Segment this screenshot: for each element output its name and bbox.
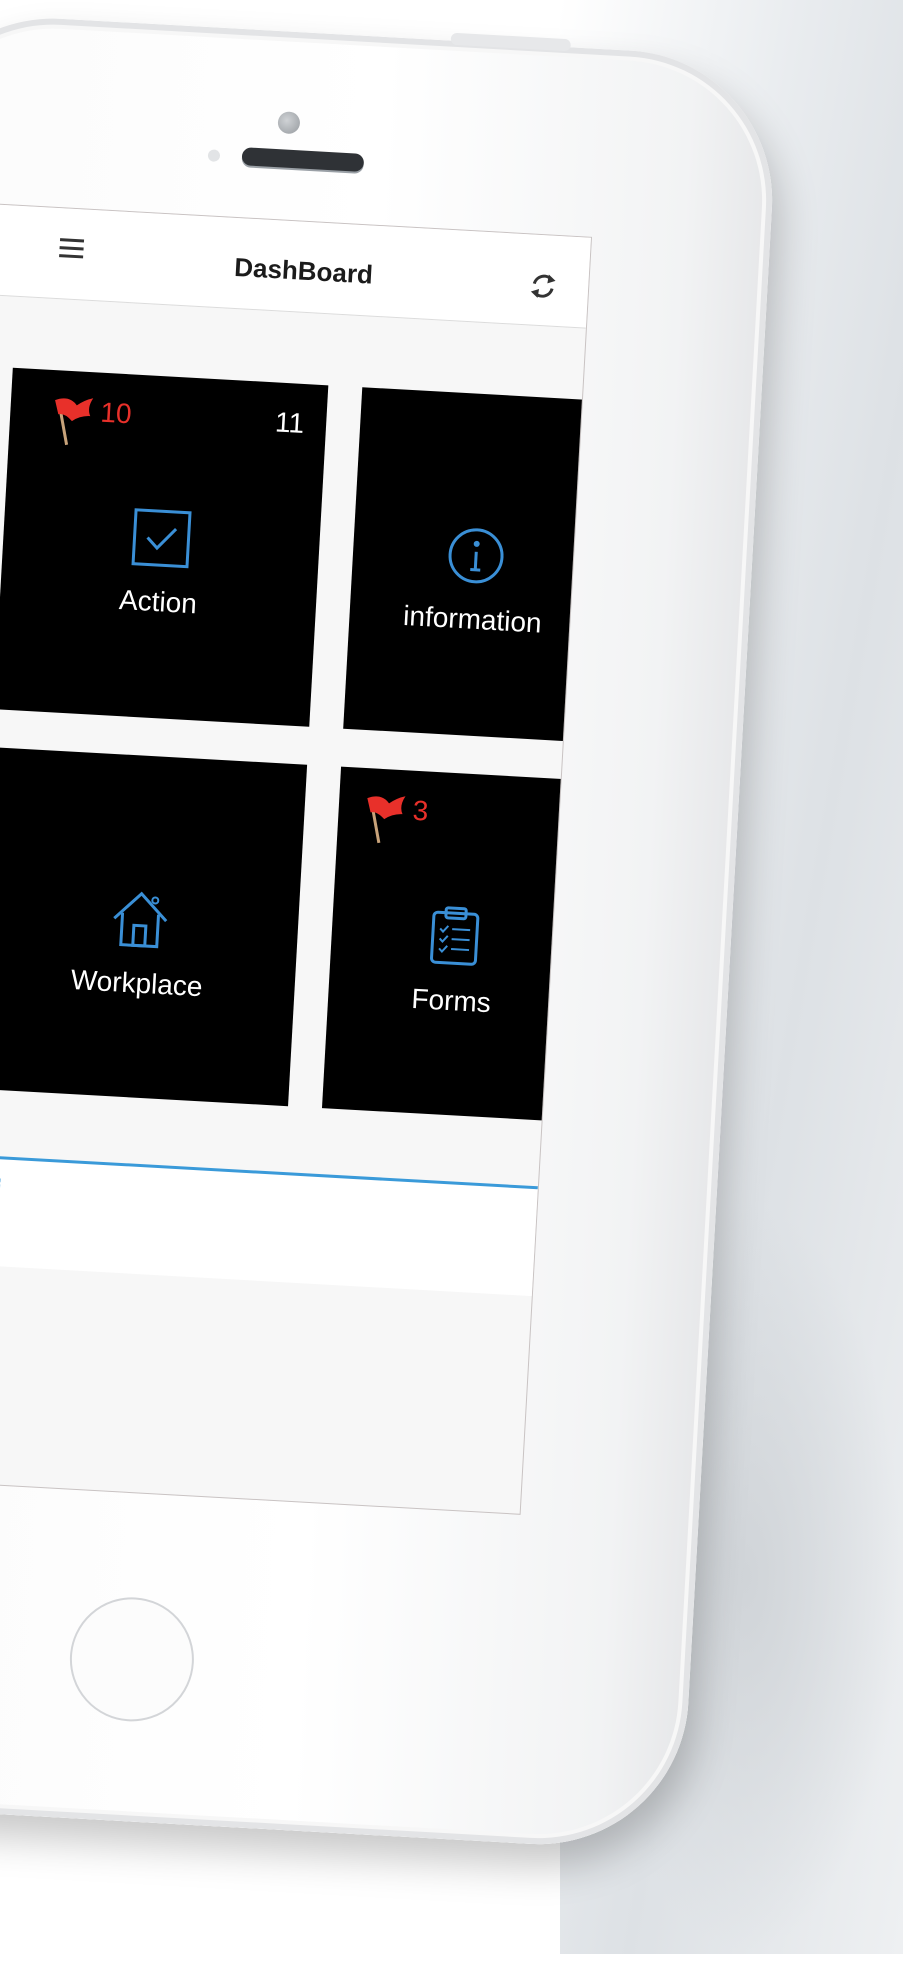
tile-information[interactable]: information bbox=[343, 387, 593, 743]
front-camera bbox=[277, 111, 301, 135]
flag-count: 3 bbox=[411, 794, 430, 827]
app-header: DashBoard bbox=[0, 199, 591, 329]
phone-side-button bbox=[450, 32, 572, 52]
footer-logo: E bbox=[0, 1168, 1, 1201]
footer-divider bbox=[0, 1147, 538, 1190]
phone-body: DashBoard 10 11 Action information Workp… bbox=[0, 10, 781, 1853]
clipboard-icon bbox=[427, 904, 483, 974]
tile-action[interactable]: 10 11 Action bbox=[0, 367, 329, 727]
checkbox-icon bbox=[130, 507, 194, 575]
page-title: DashBoard bbox=[233, 251, 374, 290]
flag-badge: 10 bbox=[49, 392, 133, 450]
tile-label-information: information bbox=[402, 599, 543, 639]
footer-bar: E bbox=[0, 1147, 538, 1297]
flag-icon bbox=[55, 398, 94, 446]
home-icon bbox=[106, 886, 174, 958]
total-count: 11 bbox=[274, 406, 306, 440]
earpiece-speaker bbox=[241, 147, 365, 172]
flag-badge: 3 bbox=[361, 790, 429, 848]
tile-workplace[interactable]: Workplace bbox=[0, 747, 308, 1107]
tile-label-forms: Forms bbox=[410, 982, 492, 1019]
brand-dots-icon bbox=[0, 1177, 1, 1194]
flag-icon bbox=[367, 796, 406, 844]
proximity-sensor bbox=[207, 149, 221, 162]
phone-mockup: DashBoard 10 11 Action information Workp… bbox=[0, 0, 903, 1978]
tile-label-action: Action bbox=[118, 584, 198, 620]
home-button[interactable] bbox=[66, 1593, 198, 1725]
flag-count: 10 bbox=[99, 396, 133, 430]
tile-label-workplace: Workplace bbox=[70, 963, 204, 1003]
refresh-icon[interactable] bbox=[525, 268, 561, 304]
tile-forms[interactable]: 3 Forms bbox=[321, 766, 587, 1122]
app-screen: DashBoard 10 11 Action information Workp… bbox=[0, 198, 593, 1515]
info-icon bbox=[444, 524, 508, 592]
